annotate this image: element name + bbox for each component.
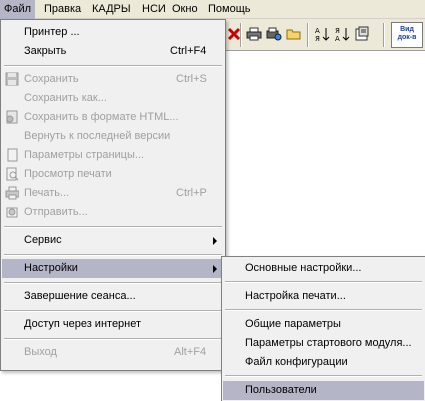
- open-folder-icon[interactable]: [284, 23, 304, 45]
- page-icon: [5, 148, 21, 163]
- menu-separator: [4, 338, 222, 340]
- menu-item-label: Параметры стартового модуля...: [245, 337, 412, 349]
- menu-item-service[interactable]: Сервис: [2, 231, 224, 250]
- menu-item-page-setup[interactable]: Параметры страницы...: [2, 146, 224, 165]
- menu-item-revert[interactable]: Вернуть к последней версии: [2, 127, 224, 146]
- menu-separator: [225, 281, 422, 283]
- menu-window[interactable]: Окно: [168, 0, 202, 19]
- menu-bar: Файл Правка КАДРЫ НСИ Окно Помощь: [0, 0, 425, 19]
- print-preview-icon: [5, 167, 21, 182]
- submenu-item-users[interactable]: Пользователи: [223, 381, 424, 400]
- menu-item-settings[interactable]: Настройки: [2, 259, 224, 278]
- print-settings-icon[interactable]: [264, 23, 284, 45]
- menu-separator: [225, 375, 422, 377]
- menu-item-label: Принтер ...: [24, 26, 80, 38]
- save-icon: [5, 72, 21, 87]
- menu-item-label: Закрыть: [24, 45, 67, 57]
- svg-text:A: A: [335, 35, 340, 42]
- menu-item-label: Сервис: [24, 234, 62, 246]
- menu-nsi[interactable]: НСИ: [138, 0, 170, 19]
- settings-submenu: Основные настройки... Настройка печати..…: [221, 256, 425, 401]
- view-documents-button[interactable]: Вид док-в: [391, 22, 423, 48]
- menu-item-end-session[interactable]: Завершение сеанса...: [2, 287, 224, 306]
- menu-item-label: Параметры страницы...: [24, 149, 145, 161]
- submenu-item-config-file[interactable]: Файл конфигурации: [223, 353, 424, 372]
- menu-item-label: Печать...: [24, 187, 70, 199]
- menu-item-label: Выход: [24, 346, 57, 358]
- html-document-icon: [5, 110, 21, 125]
- properties-icon[interactable]: [352, 23, 372, 45]
- menu-item-exit[interactable]: Выход Alt+F4: [2, 343, 224, 362]
- view-button-line2: док-в: [397, 34, 417, 41]
- shortcut-label: Ctrl+F4: [170, 45, 207, 57]
- menu-item-print[interactable]: Печать... Ctrl+P: [2, 184, 224, 203]
- menu-cadres[interactable]: КАДРЫ: [88, 0, 135, 19]
- menu-file[interactable]: Файл: [0, 0, 36, 19]
- menu-item-send[interactable]: Отправить...: [2, 203, 224, 222]
- svg-text:Я: Я: [335, 27, 340, 35]
- send-icon: [5, 205, 21, 220]
- file-menu: Принтер ... Закрыть Ctrl+F4 Сохранить Ct…: [0, 19, 226, 371]
- menu-item-label: Сохранить: [24, 73, 79, 85]
- toolbar-separator: [383, 23, 385, 47]
- sort-descending-icon[interactable]: ЯA: [332, 23, 352, 45]
- menu-separator: [4, 65, 222, 67]
- menu-item-label: Основные настройки...: [245, 262, 362, 274]
- menu-item-save-html[interactable]: Сохранить в формате HTML...: [2, 108, 224, 127]
- menu-item-label: Файл конфигурации: [245, 356, 348, 368]
- menu-item-internet-access[interactable]: Доступ через интернет: [2, 315, 224, 334]
- menu-item-save[interactable]: Сохранить Ctrl+S: [2, 70, 224, 89]
- menu-item-label: Просмотр печати: [24, 168, 112, 180]
- menu-separator: [4, 310, 222, 312]
- menu-edit[interactable]: Правка: [40, 0, 85, 19]
- menu-separator: [225, 309, 422, 311]
- menu-item-print-preview[interactable]: Просмотр печати: [2, 165, 224, 184]
- menu-help[interactable]: Помощь: [204, 0, 255, 19]
- submenu-arrow-icon: [213, 237, 217, 245]
- submenu-arrow-icon: [213, 265, 217, 273]
- menu-separator: [4, 282, 222, 284]
- svg-text:A: A: [315, 27, 320, 35]
- menu-item-printer[interactable]: Принтер ...: [2, 23, 224, 42]
- toolbar-separator: [307, 23, 309, 47]
- menu-item-label: Настройки: [24, 262, 78, 274]
- shortcut-label: Ctrl+S: [176, 73, 207, 85]
- menu-item-label: Завершение сеанса...: [24, 290, 136, 302]
- menu-item-label: Пользователи: [245, 384, 317, 396]
- submenu-item-print-settings[interactable]: Настройка печати...: [223, 287, 424, 306]
- menu-item-save-as[interactable]: Сохранить как...: [2, 89, 224, 108]
- shortcut-label: Alt+F4: [174, 346, 207, 358]
- submenu-item-general-params[interactable]: Общие параметры: [223, 315, 424, 334]
- menu-item-label: Сохранить в формате HTML...: [24, 111, 179, 123]
- printer-icon[interactable]: [244, 23, 264, 45]
- menu-separator: [4, 226, 222, 228]
- view-button-line1: Вид: [400, 26, 414, 33]
- toolbar-separator: [240, 23, 242, 47]
- submenu-item-basic-settings[interactable]: Основные настройки...: [223, 259, 424, 278]
- menu-item-close[interactable]: Закрыть Ctrl+F4: [2, 42, 224, 61]
- menu-item-label: Вернуть к последней версии: [24, 130, 171, 142]
- menu-item-label: Сохранить как...: [24, 92, 107, 104]
- menu-separator: [4, 254, 222, 256]
- svg-text:Я: Я: [315, 35, 320, 42]
- menu-item-label: Настройка печати...: [245, 290, 346, 302]
- menu-item-label: Общие параметры: [245, 318, 341, 330]
- menu-item-label: Отправить...: [24, 206, 88, 218]
- submenu-item-startup-params[interactable]: Параметры стартового модуля...: [223, 334, 424, 353]
- sort-ascending-icon[interactable]: AЯ: [312, 23, 332, 45]
- menu-item-label: Доступ через интернет: [24, 318, 142, 330]
- shortcut-label: Ctrl+P: [176, 187, 207, 199]
- printer-icon: [5, 186, 21, 201]
